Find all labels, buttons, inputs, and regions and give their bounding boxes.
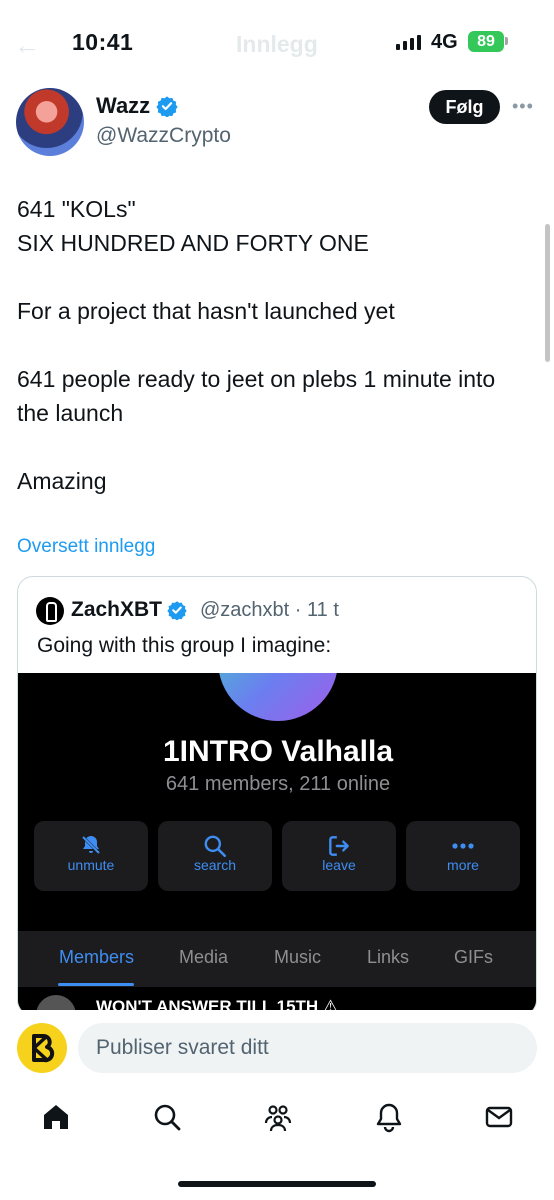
verified-badge-icon (156, 96, 178, 117)
tab-gifs: GIFs (454, 947, 493, 967)
tab-music: Music (274, 947, 322, 967)
quoted-author-name-row: ZachXBT (71, 598, 187, 622)
more-button: more (406, 821, 520, 891)
more-options-icon[interactable]: ••• (512, 96, 534, 117)
battery-cap (505, 37, 508, 45)
page-title: Innlegg (236, 31, 318, 57)
quoted-author-avatar[interactable] (36, 597, 64, 625)
translate-post-link[interactable]: Oversett innlegg (17, 536, 155, 558)
notifications-icon[interactable] (373, 1101, 405, 1133)
home-indicator (178, 1181, 376, 1187)
tab-links: Links (367, 947, 410, 967)
unmute-button: unmute (34, 821, 148, 891)
network-type: 4G (431, 31, 458, 53)
scrollbar[interactable] (545, 224, 550, 362)
quoted-post-card[interactable]: ZachXBT @zachxbt · 11 t Going with this … (17, 576, 537, 1016)
status-bar: ← Innlegg 10:41 4G 89 (0, 0, 554, 86)
quoted-author-meta: @zachxbt · 11 t (200, 599, 339, 621)
unmute-label: unmute (67, 857, 115, 873)
more-label: more (447, 857, 479, 873)
search-button: search (158, 821, 272, 891)
home-icon[interactable] (40, 1101, 72, 1133)
status-time: 10:41 (72, 29, 134, 55)
search-icon[interactable] (151, 1101, 183, 1133)
reply-input[interactable] (78, 1023, 537, 1073)
leave-button: leave (282, 821, 396, 891)
communities-icon[interactable] (262, 1101, 294, 1133)
search-icon (158, 821, 272, 858)
quoted-author-name: ZachXBT (71, 598, 163, 621)
search-label: search (193, 857, 237, 873)
leave-icon (282, 821, 396, 856)
reply-bar (0, 1010, 554, 1088)
bell-slash-icon (34, 821, 148, 855)
tab-members: Members (59, 947, 135, 967)
author-name-row[interactable]: Wazz (96, 93, 178, 119)
group-subtitle: 641 members, 211 online (165, 773, 391, 795)
follow-button[interactable]: Følg (429, 90, 500, 124)
cellular-signal-icon (396, 34, 421, 50)
back-arrow-icon[interactable]: ← (14, 30, 40, 61)
quoted-post-text: Going with this group I imagine: (37, 634, 332, 657)
quoted-image[interactable]: 1INTRO Valhalla 641 members, 211 online … (18, 673, 536, 1015)
author-name[interactable]: Wazz (96, 93, 150, 119)
current-user-avatar[interactable] (17, 1023, 67, 1073)
messages-icon[interactable] (483, 1101, 515, 1133)
leave-label: leave (322, 857, 356, 873)
post-text: 641 "KOLs" SIX HUNDRED AND FORTY ONE For… (17, 196, 496, 494)
battery-icon: 89 (468, 31, 504, 52)
active-tab-indicator (58, 983, 134, 986)
user-logo-icon (32, 1034, 55, 1063)
group-avatar (218, 673, 338, 721)
author-avatar[interactable] (16, 88, 84, 156)
group-tabs: Members Media Music Links GIFs (18, 931, 536, 987)
tab-media: Media (179, 947, 229, 967)
author-handle[interactable]: @WazzCrypto (96, 124, 231, 148)
group-title: 1INTRO Valhalla (162, 735, 394, 768)
verified-badge-icon (167, 601, 187, 620)
more-icon (406, 821, 520, 855)
